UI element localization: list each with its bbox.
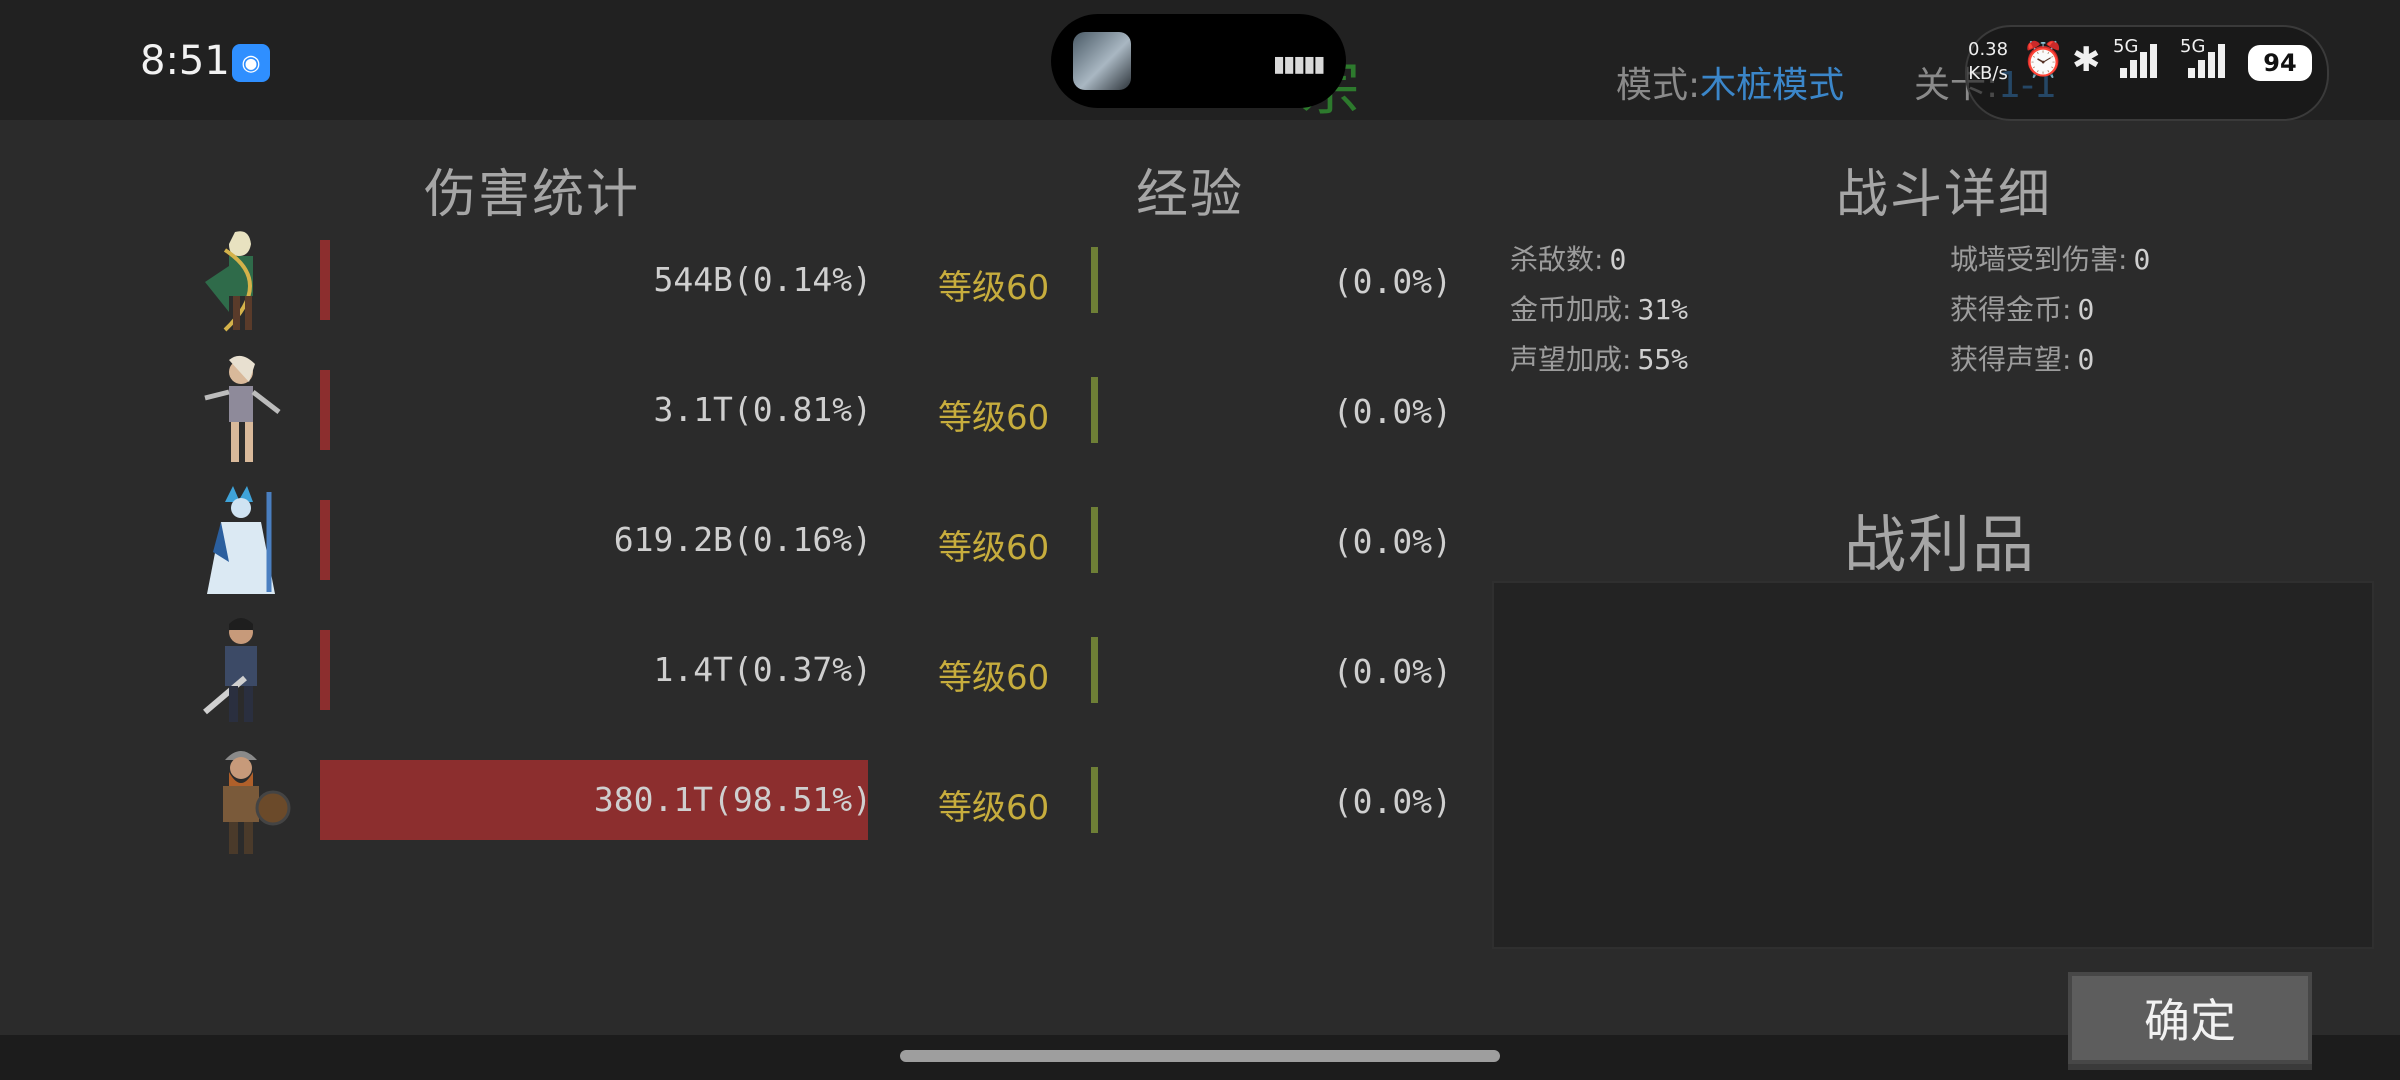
exp-value: (0.0%) <box>1332 652 1452 691</box>
fame-bonus-label: 声望加成: <box>1510 343 1632 376</box>
damage-bar-row-1: 544B(0.14%) <box>320 240 876 320</box>
gold-bonus-label: 金币加成: <box>1510 293 1632 326</box>
damage-stats-title: 伤害统计 <box>424 165 641 225</box>
mode-label: 模式: <box>1616 65 1701 106</box>
wall-damage-value: 0 <box>2133 243 2151 276</box>
exp-bar-row-3 <box>1091 507 1098 573</box>
mode-indicator: 模式:木桩模式 <box>1616 56 1844 108</box>
exp-value: (0.0%) <box>1332 392 1452 431</box>
gold-gain-value: 0 <box>2077 293 2095 326</box>
exp-value: (0.0%) <box>1332 782 1452 821</box>
kills-label: 杀敌数: <box>1510 243 1604 276</box>
warrior-woman-icon <box>204 355 281 462</box>
battle-details-title: 战斗详细 <box>1836 165 2053 225</box>
damage-bar-row-5: 380.1T(98.51%) <box>320 760 876 840</box>
fame-bonus-stat: 声望加成: 55% <box>1510 338 1688 378</box>
ice-mage-icon <box>207 486 275 594</box>
kills-stat: 杀敌数: 0 <box>1510 238 1626 278</box>
hero-level: 等级60 <box>938 268 1050 308</box>
damage-value: 380.1T(98.51%) <box>593 780 872 819</box>
kills-value: 0 <box>1609 243 1627 276</box>
exp-bar-row-5 <box>1091 767 1098 833</box>
app-notification-icon: ◉ <box>232 44 270 82</box>
home-indicator[interactable] <box>900 1050 1500 1062</box>
dynamic-island[interactable]: ▮▮▮▮▮ <box>1051 14 1346 108</box>
app-thumbnail-icon <box>1073 32 1131 90</box>
damage-bar-fill <box>320 240 330 320</box>
gold-bonus-stat: 金币加成: 31% <box>1510 288 1688 328</box>
audio-wave-icon: ▮▮▮▮▮ <box>1273 52 1326 77</box>
gold-gain-label: 获得金币: <box>1950 293 2072 326</box>
viking-warrior-icon <box>223 751 291 854</box>
signal-1-icon <box>2112 40 2158 78</box>
loot-title: 战利品 <box>1844 508 2037 581</box>
hero-level: 等级60 <box>938 658 1050 698</box>
exp-bar-row-4 <box>1091 637 1098 703</box>
damage-bar-fill <box>320 500 330 580</box>
battery-level: 94 <box>2248 45 2312 81</box>
status-time: 8:51 <box>140 38 230 84</box>
damage-value: 3.1T(0.81%) <box>653 390 872 429</box>
damage-bar-fill <box>320 630 330 710</box>
confirm-button[interactable]: 确定 <box>2068 972 2312 1064</box>
hero-level: 等级60 <box>938 788 1050 828</box>
alarm-icon: ⏰ <box>2022 40 2065 80</box>
hero-level: 等级60 <box>938 398 1050 438</box>
damage-bar-row-4: 1.4T(0.37%) <box>320 630 876 710</box>
signal-2-icon <box>2180 40 2226 78</box>
fame-gain-value: 0 <box>2077 343 2095 376</box>
network-speed-unit: KB/s <box>1968 63 2008 84</box>
fame-bonus-value: 55% <box>1637 343 1689 376</box>
hero-level: 等级60 <box>938 528 1050 568</box>
exp-value: (0.0%) <box>1332 522 1452 561</box>
network-speed: 0.38 KB/s <box>1968 38 2008 86</box>
exp-bar-row-1 <box>1091 247 1098 313</box>
damage-value: 619.2B(0.16%) <box>613 520 872 559</box>
elf-archer-icon <box>205 231 253 332</box>
fame-gain-stat: 获得声望: 0 <box>1950 338 2094 378</box>
loot-panel <box>1492 581 2374 949</box>
fame-gain-label: 获得声望: <box>1950 343 2072 376</box>
gold-bonus-value: 31% <box>1637 293 1689 326</box>
network-speed-value: 0.38 <box>1968 39 2009 60</box>
exp-bar-row-2 <box>1091 377 1098 443</box>
damage-value: 544B(0.14%) <box>653 260 872 299</box>
gold-gain-stat: 获得金币: 0 <box>1950 288 2094 328</box>
damage-bar-fill <box>320 370 330 450</box>
bluetooth-icon: ✱ <box>2072 40 2101 80</box>
exp-value: (0.0%) <box>1332 262 1452 301</box>
wall-damage-label: 城墙受到伤害: <box>1950 243 2128 276</box>
damage-bar-row-3: 619.2B(0.16%) <box>320 500 876 580</box>
damage-bar-row-2: 3.1T(0.81%) <box>320 370 876 450</box>
armored-swordsman-icon <box>203 618 257 722</box>
damage-value: 1.4T(0.37%) <box>653 650 872 689</box>
mode-value: 木桩模式 <box>1700 65 1845 106</box>
wall-damage-stat: 城墙受到伤害: 0 <box>1950 238 2150 278</box>
experience-title: 经验 <box>1136 165 1245 225</box>
